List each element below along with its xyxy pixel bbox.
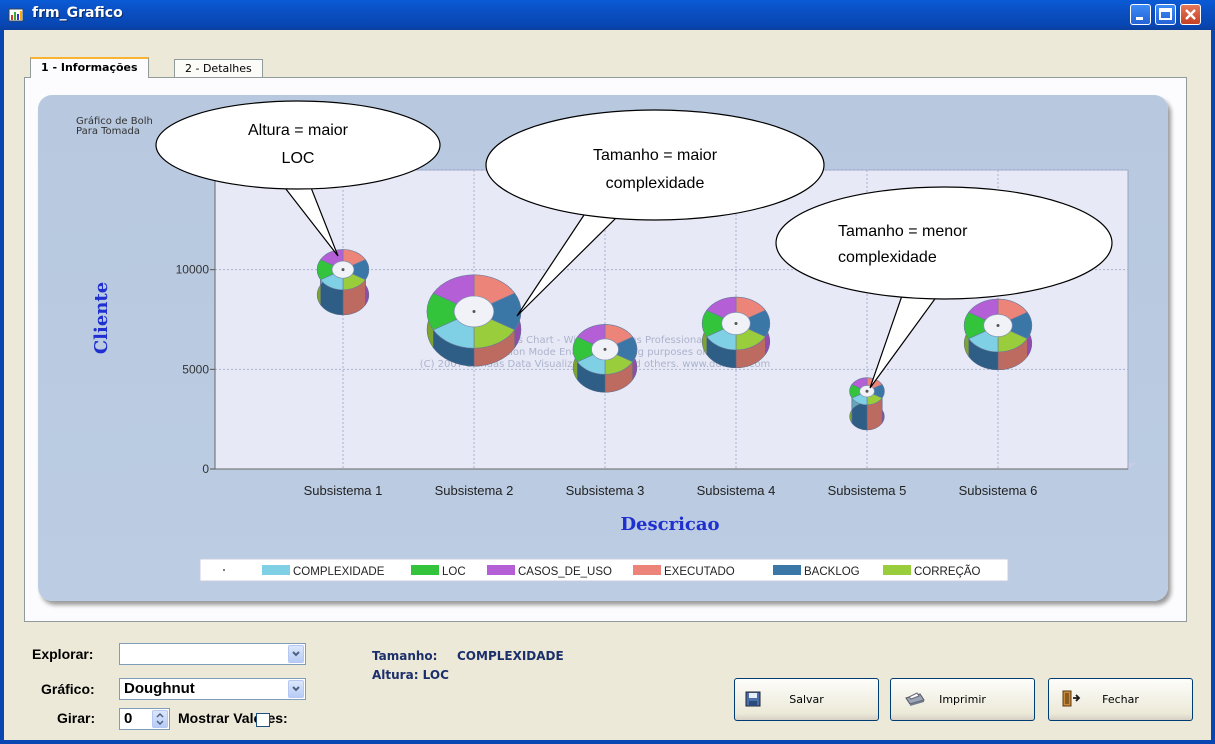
chart-legend: COMPLEXIDADE LOC CASOS_DE_USO EXECUTADO BACK…	[199, 558, 1009, 582]
bubble-5	[849, 377, 885, 431]
callout-text: complexidade	[606, 175, 705, 192]
bubble-6	[963, 298, 1033, 371]
bubble-center-dot	[734, 321, 738, 325]
legend-label: CORREÇÃO	[914, 565, 981, 578]
legend-label: COMPLEXIDADE	[293, 566, 385, 578]
legend-dot	[223, 569, 225, 571]
callout-balloon	[485, 109, 825, 221]
chevron-down-icon[interactable]	[288, 680, 304, 698]
legend-swatch	[262, 565, 290, 575]
bubble-center-dot	[996, 323, 1000, 327]
bubble-chart: 0 5000 10000 Subsistema 1 Subsistema 2 Subsis…	[91, 100, 1136, 582]
callout-text: Altura = maior	[248, 122, 349, 139]
tab-informacoes[interactable]: 1 - Informações	[30, 57, 149, 78]
girar-stepper[interactable]: 0	[119, 708, 170, 730]
legend-label: CASOS_DE_USO	[518, 566, 612, 578]
x-tick-label: Subsistema 3	[566, 483, 645, 498]
fechar-button[interactable]: Fechar	[1048, 678, 1193, 721]
girar-value: 0	[124, 710, 133, 727]
legend-swatch	[411, 565, 439, 575]
x-tick-label: Subsistema 1	[304, 483, 383, 498]
bubble-center-dot	[472, 310, 476, 314]
callout-text: Tamanho = maior	[593, 147, 718, 164]
altura-info: Altura: LOC	[372, 668, 449, 682]
fechar-label: Fechar	[1102, 693, 1139, 706]
imprimir-label: Imprimir	[939, 693, 986, 706]
bubble-2	[426, 274, 522, 367]
legend-label: EXECUTADO	[664, 566, 735, 578]
legend-swatch	[487, 565, 515, 575]
x-tick-label: Subsistema 6	[959, 483, 1038, 498]
callout-text: LOC	[282, 150, 315, 167]
legend-swatch	[883, 565, 911, 575]
tamanho-value: COMPLEXIDADE	[457, 649, 564, 663]
mostrar-valores-label: Mostrar Valores:	[178, 710, 288, 726]
tamanho-label: Tamanho:	[372, 649, 438, 663]
chevron-down-icon[interactable]	[288, 645, 304, 663]
x-tick-label: Subsistema 2	[435, 483, 514, 498]
bubble-4	[701, 296, 771, 369]
legend-swatch	[773, 565, 801, 575]
y-tick-label: 0	[202, 462, 209, 476]
bubble-3	[572, 324, 638, 393]
grafico-value: Doughnut	[124, 680, 195, 697]
y-axis-title: Cliente	[91, 282, 112, 354]
stepper-arrows-icon[interactable]	[152, 710, 168, 728]
mostrar-valores-checkbox[interactable]	[256, 713, 270, 727]
y-tick-label: 10000	[176, 263, 210, 277]
callout-text: Tamanho = menor	[838, 223, 968, 240]
grafico-label: Gráfico:	[41, 681, 95, 697]
x-tick-label: Subsistema 4	[697, 483, 776, 498]
explorar-label: Explorar:	[32, 646, 94, 662]
explorar-dropdown[interactable]	[119, 643, 306, 665]
legend-label: BACKLOG	[804, 566, 860, 578]
salvar-label: Salvar	[789, 693, 824, 706]
x-axis-title: Descricao	[620, 514, 719, 535]
legend-swatch	[633, 565, 661, 575]
callout-balloon	[775, 186, 1113, 300]
bubble-center-dot	[603, 347, 607, 351]
girar-label: Girar:	[57, 710, 96, 726]
salvar-button[interactable]: Salvar	[734, 678, 879, 721]
legend-label: LOC	[442, 566, 466, 578]
callout-text: complexidade	[838, 249, 937, 266]
grafico-dropdown[interactable]: Doughnut	[119, 678, 306, 700]
imprimir-button[interactable]: Imprimir	[890, 678, 1035, 721]
bubble-1	[316, 249, 370, 316]
bubble-center-dot	[865, 389, 869, 393]
bubble-center-dot	[341, 268, 345, 272]
y-tick-label: 5000	[182, 362, 209, 376]
x-tick-label: Subsistema 5	[828, 483, 907, 498]
